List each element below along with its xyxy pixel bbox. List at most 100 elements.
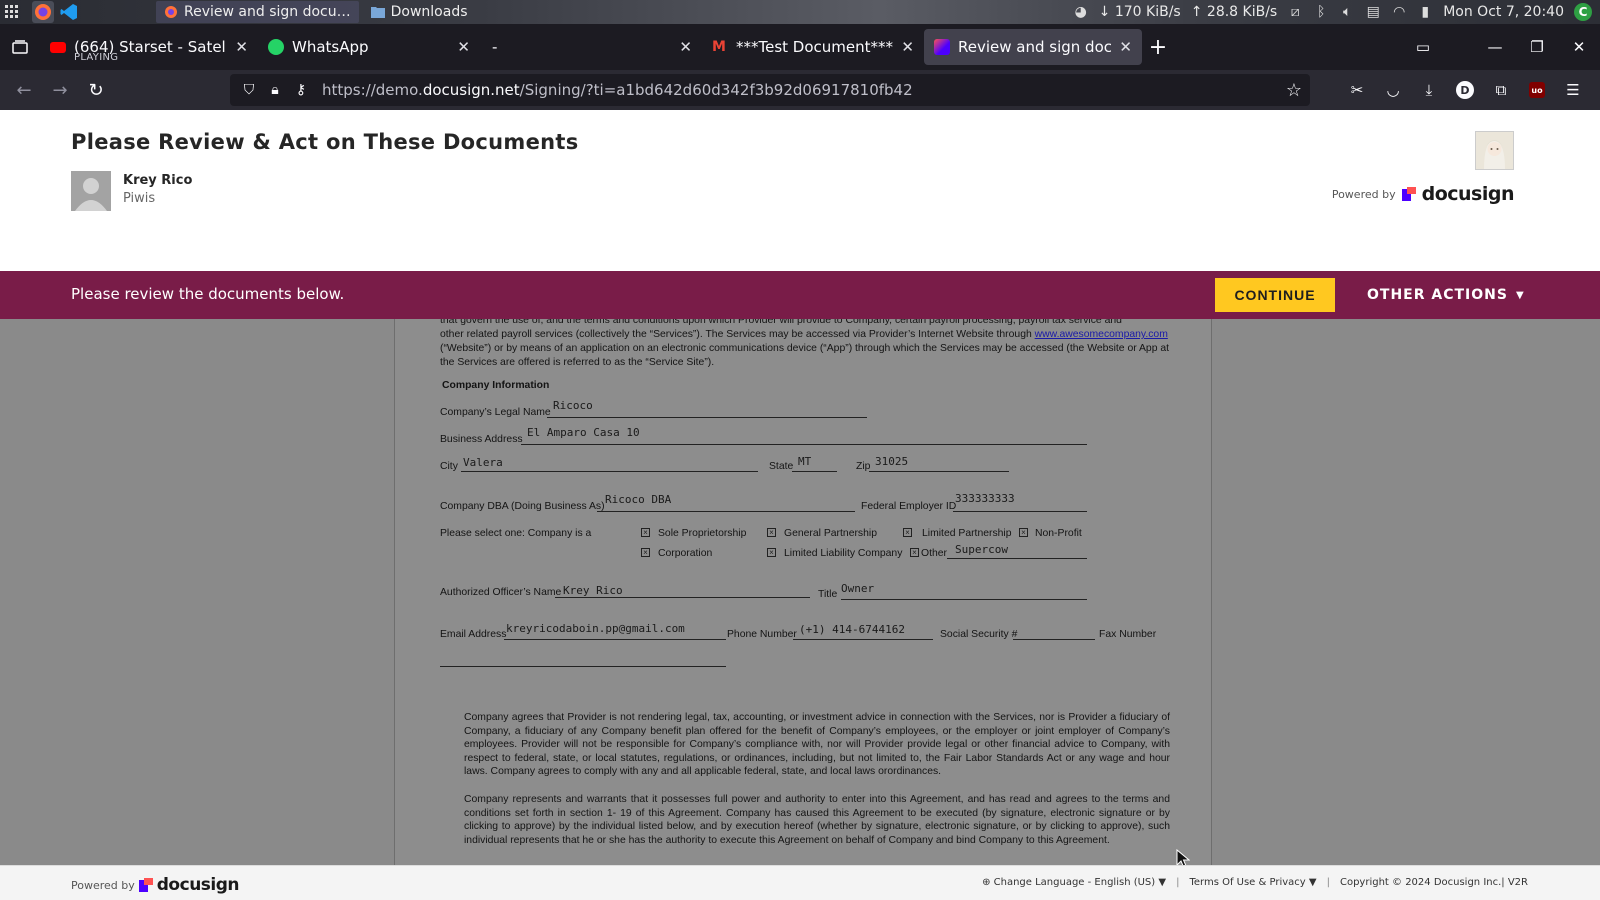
checkbox-limited-partnership[interactable]: × bbox=[903, 528, 912, 537]
ssn-label: Social Security # bbox=[940, 629, 1018, 640]
ublock-icon[interactable]: uo bbox=[1520, 74, 1554, 106]
shield-icon[interactable]: ⛉ bbox=[236, 80, 262, 100]
network-icon[interactable]: ◕ bbox=[1073, 4, 1089, 20]
pocket-icon[interactable]: ◡ bbox=[1376, 74, 1410, 106]
battery-icon[interactable]: ▮ bbox=[1417, 4, 1433, 20]
state-field[interactable]: MT bbox=[798, 455, 811, 468]
extensions-puzzle-icon[interactable]: ⧉ bbox=[1484, 74, 1518, 106]
url-bar[interactable]: ⛉ 🔒︎ ⚷ https://demo.docusign.net/Signing… bbox=[230, 74, 1310, 106]
other-actions-menu[interactable]: OTHER ACTIONS ▼ bbox=[1367, 278, 1525, 312]
email-underline bbox=[504, 639, 726, 640]
permissions-icon[interactable]: ⚷ bbox=[288, 80, 314, 100]
back-arrow-icon[interactable]: ← bbox=[6, 74, 42, 106]
tab-label: Review and sign documen bbox=[958, 38, 1112, 56]
change-language-link[interactable]: ⊕ Change Language - English (US) ▼ bbox=[982, 877, 1166, 888]
city-field[interactable]: Valera bbox=[463, 456, 503, 469]
clipboard-icon[interactable]: ▤ bbox=[1365, 4, 1381, 20]
company-website-link[interactable]: www.awesomecompany.com bbox=[1035, 329, 1168, 340]
checkbox-sole-proprietorship[interactable]: × bbox=[641, 528, 650, 537]
close-window-icon[interactable]: ✕ bbox=[1558, 38, 1600, 56]
advice-disclaimer-paragraph: Company agrees that Provider is not rend… bbox=[464, 712, 1170, 777]
fein-label: Federal Employer ID bbox=[861, 501, 957, 512]
fein-field[interactable]: 333333333 bbox=[955, 492, 1015, 505]
action-bar: Please review the documents below. CONTI… bbox=[0, 271, 1600, 319]
title-field[interactable]: Owner bbox=[841, 582, 874, 595]
tab-youtube[interactable]: (664) Starset - Satellite [A PLAYING ✕ bbox=[40, 29, 258, 65]
vscode-launcher-icon[interactable] bbox=[58, 1, 80, 23]
firefox-launcher-icon[interactable] bbox=[32, 1, 54, 23]
minimize-window-icon[interactable]: — bbox=[1474, 38, 1516, 56]
terms-privacy-link[interactable]: Terms Of Use & Privacy ▼ bbox=[1189, 877, 1316, 888]
os-top-bar: Review and sign docu… Downloads ◕ ↓ 170 … bbox=[0, 0, 1600, 24]
checkbox-general-partnership[interactable]: × bbox=[767, 528, 776, 537]
clock[interactable]: Mon Oct 7, 20:40 bbox=[1443, 4, 1564, 20]
volume-icon[interactable]: 🔈︎ bbox=[1339, 4, 1355, 20]
lock-icon[interactable]: 🔒︎ bbox=[262, 80, 288, 100]
update-status-icon[interactable]: C bbox=[1574, 3, 1592, 21]
continue-button[interactable]: CONTINUE bbox=[1215, 278, 1335, 312]
tab-gmail[interactable]: M ***Test Document***Rico ✕ bbox=[702, 29, 924, 65]
close-tab-icon[interactable]: ✕ bbox=[457, 38, 470, 56]
business-address-field[interactable]: El Amparo Casa 10 bbox=[527, 426, 640, 439]
intro-line-2: other related payroll services (collecti… bbox=[440, 329, 1168, 340]
officer-name-label: Authorized Officer’s Name bbox=[440, 587, 562, 598]
limited-partnership-label: Limited Partnership bbox=[922, 528, 1012, 539]
checkbox-other[interactable]: × bbox=[910, 548, 919, 557]
checkbox-llc[interactable]: × bbox=[767, 548, 776, 557]
screenshot-tool-icon[interactable]: ✂ bbox=[1340, 74, 1374, 106]
extension-d-icon[interactable]: D bbox=[1448, 74, 1482, 106]
wifi-icon[interactable]: ◠ bbox=[1391, 4, 1407, 20]
app-grid-icon[interactable] bbox=[0, 0, 24, 24]
phone-field[interactable]: (+1) 414-6744162 bbox=[799, 623, 905, 636]
bookmark-star-icon[interactable]: ☆ bbox=[1286, 80, 1302, 101]
business-address-label: Business Address bbox=[440, 434, 523, 445]
bluetooth-icon[interactable]: ᛒ bbox=[1313, 4, 1329, 20]
list-all-tabs-icon[interactable]: ▭ bbox=[1402, 38, 1444, 56]
zip-underline bbox=[869, 471, 1009, 472]
close-tab-icon[interactable]: ✕ bbox=[901, 38, 914, 56]
title-underline bbox=[841, 599, 1087, 600]
intro-line-3: (“Website”) or by means of an applicatio… bbox=[440, 343, 1170, 354]
checkbox-non-profit[interactable]: × bbox=[1019, 528, 1028, 537]
downloads-icon[interactable]: ⤓ bbox=[1412, 74, 1446, 106]
officer-name-field[interactable]: Krey Rico bbox=[563, 584, 623, 597]
close-tab-icon[interactable]: ✕ bbox=[235, 38, 248, 56]
zip-field[interactable]: 31025 bbox=[875, 455, 908, 468]
dba-label: Company DBA (Doing Business As) bbox=[440, 501, 605, 512]
restore-window-icon[interactable]: ❐ bbox=[1516, 38, 1558, 56]
dba-field[interactable]: Ricoco DBA bbox=[605, 493, 671, 506]
taskbar-item-downloads[interactable]: Downloads bbox=[363, 1, 476, 23]
business-address-underline bbox=[521, 444, 1087, 445]
other-type-field[interactable]: Supercow bbox=[955, 543, 1008, 556]
new-tab-button[interactable]: + bbox=[1142, 35, 1174, 60]
legal-name-field[interactable]: Ricoco bbox=[553, 399, 593, 412]
footer-separator: | bbox=[1176, 877, 1180, 888]
document-viewer[interactable]: that govern the use of, and the terms an… bbox=[0, 319, 1600, 865]
other-label: Other bbox=[921, 548, 947, 559]
section-title: Company Information bbox=[442, 380, 550, 391]
tab-blank[interactable]: - ✕ bbox=[480, 29, 702, 65]
other-underline bbox=[947, 558, 1087, 559]
close-tab-icon[interactable]: ✕ bbox=[1119, 38, 1132, 56]
company-type-label: Please select one: Company is a bbox=[440, 528, 592, 539]
taskbar-item-browser[interactable]: Review and sign docu… bbox=[156, 1, 359, 23]
caret-down-icon: ▼ bbox=[1158, 877, 1167, 888]
intro-line-1: that govern the use of, and the terms an… bbox=[440, 319, 1122, 326]
tab-whatsapp[interactable]: WhatsApp ✕ bbox=[258, 29, 480, 65]
taskbar-item-label: Review and sign docu… bbox=[184, 4, 351, 20]
screenshot-icon[interactable]: ⧄ bbox=[1287, 4, 1303, 20]
tab-label: - bbox=[492, 38, 498, 56]
email-field[interactable]: kreyricodaboin.pp@gmail.com bbox=[506, 622, 685, 635]
checkbox-corporation[interactable]: × bbox=[641, 548, 650, 557]
city-label: City bbox=[440, 461, 458, 472]
powered-by-label: Powered by bbox=[1331, 187, 1396, 201]
forward-arrow-icon[interactable]: → bbox=[42, 74, 78, 106]
url-text[interactable]: https://demo.docusign.net/Signing/?ti=a1… bbox=[322, 81, 913, 99]
close-tab-icon[interactable]: ✕ bbox=[679, 38, 692, 56]
browser-nav-bar: ← → ↻ ⛉ 🔒︎ ⚷ https://demo.docusign.net/S… bbox=[0, 70, 1600, 110]
reload-icon[interactable]: ↻ bbox=[78, 74, 114, 106]
tab-docusign[interactable]: Review and sign documen ✕ bbox=[924, 29, 1142, 65]
tab-overview-icon[interactable] bbox=[0, 24, 40, 70]
ssn-underline bbox=[1013, 639, 1095, 640]
hamburger-menu-icon[interactable]: ☰ bbox=[1556, 74, 1590, 106]
